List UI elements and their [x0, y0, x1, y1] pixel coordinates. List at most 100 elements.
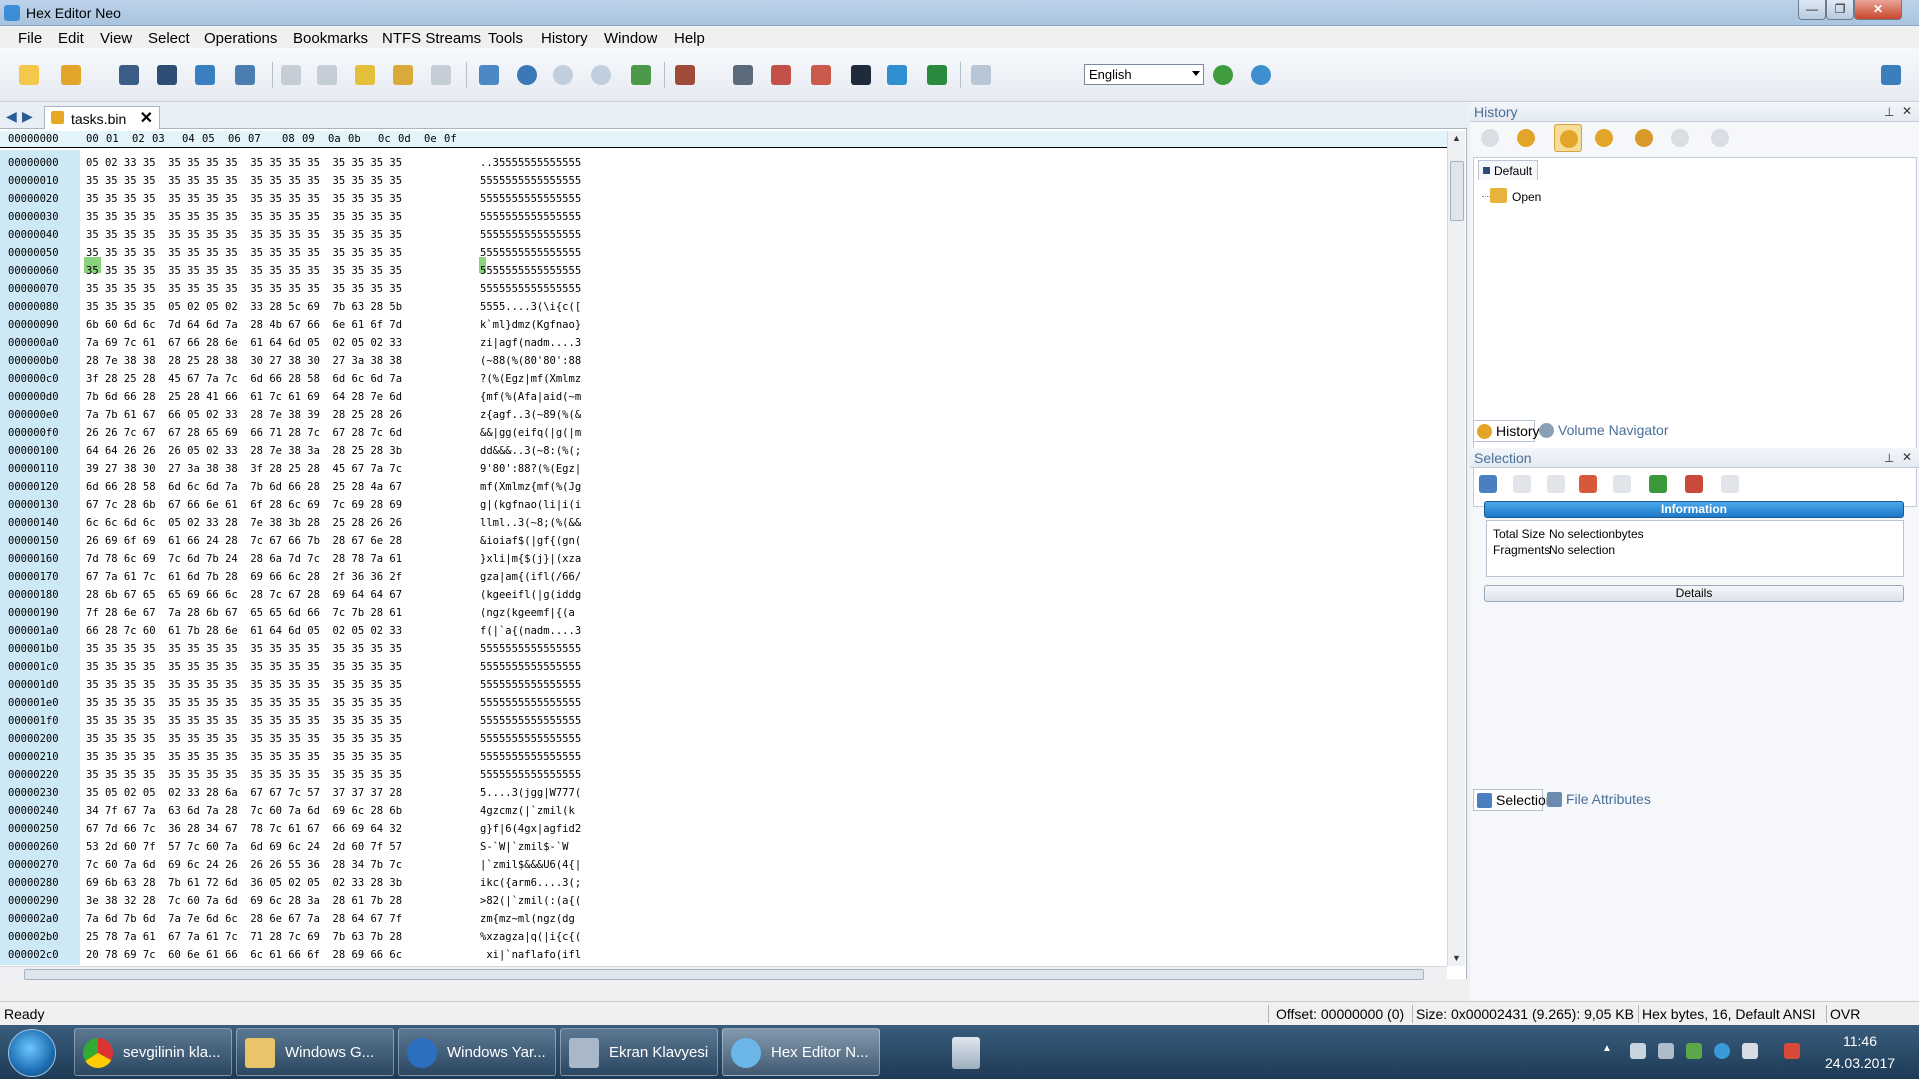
row-hex-bytes[interactable]: 53 2d 60 7f 57 7c 60 7a 6d 69 6c 24 2d 6…: [86, 838, 402, 856]
row-hex-bytes[interactable]: 39 27 38 30 27 3a 38 38 3f 28 25 28 45 6…: [86, 460, 402, 478]
row-hex-bytes[interactable]: 28 7e 38 38 28 25 28 38 30 27 38 30 27 3…: [86, 352, 402, 370]
task-explorer[interactable]: Windows G...: [236, 1028, 394, 1076]
menu-bookmarks[interactable]: Bookmarks: [293, 30, 368, 47]
help-button[interactable]: [966, 60, 996, 90]
row-hex-bytes[interactable]: 67 7c 28 6b 67 66 6e 61 6f 28 6c 69 7c 6…: [86, 496, 402, 514]
action-center-icon[interactable]: [1784, 1043, 1800, 1059]
copy-button[interactable]: [426, 60, 456, 90]
new-file-button[interactable]: [14, 60, 44, 90]
binary-button[interactable]: [846, 60, 876, 90]
scroll-up-icon[interactable]: ▲: [1452, 133, 1461, 143]
customize-button[interactable]: [1876, 60, 1906, 90]
menu-operations[interactable]: Operations: [204, 30, 277, 47]
tray-expand-icon[interactable]: ▲: [1602, 1043, 1618, 1059]
highlight-button[interactable]: [922, 60, 952, 90]
tray-app-icon[interactable]: [1686, 1043, 1702, 1059]
row-ascii[interactable]: 5555....3(\i{c([: [480, 298, 581, 316]
row-hex-bytes[interactable]: 26 69 6f 69 61 66 24 28 7c 67 66 7b 28 6…: [86, 532, 402, 550]
row-hex-bytes[interactable]: 35 35 35 35 35 35 35 35 35 35 35 35 35 3…: [86, 712, 402, 730]
language-web-button[interactable]: [1246, 60, 1276, 90]
scroll-down-icon[interactable]: ▼: [1452, 953, 1461, 963]
row-hex-bytes[interactable]: 69 6b 63 28 7b 61 72 6d 36 05 02 05 02 3…: [86, 874, 402, 892]
close-panel-icon[interactable]: ✕: [1902, 450, 1912, 464]
menu-window[interactable]: Window: [604, 30, 657, 47]
row-hex-bytes[interactable]: 7f 28 6e 67 7a 28 6b 67 65 65 6d 66 7c 7…: [86, 604, 402, 622]
information-header[interactable]: Information: [1484, 501, 1904, 518]
row-ascii[interactable]: z{agf..3(~89(%(&: [480, 406, 581, 424]
row-hex-bytes[interactable]: 34 7f 67 7a 63 6d 7a 28 7c 60 7a 6d 69 6…: [86, 802, 402, 820]
row-ascii[interactable]: &ioiaf$(|gf{(gn(: [480, 532, 581, 550]
minimize-button[interactable]: —: [1798, 0, 1826, 20]
row-hex-bytes[interactable]: 35 35 35 35 35 35 35 35 35 35 35 35 35 3…: [86, 244, 402, 262]
undo-button[interactable]: [276, 60, 306, 90]
history-add-button[interactable]: [1630, 124, 1658, 152]
pin-icon[interactable]: ⊥: [1884, 105, 1894, 119]
row-hex-bytes[interactable]: 35 35 35 35 35 35 35 35 35 35 35 35 35 3…: [86, 694, 402, 712]
row-ascii[interactable]: 5555555555555555: [480, 658, 581, 676]
row-hex-bytes[interactable]: 6d 66 28 58 6d 6c 6d 7a 7b 6d 66 28 25 2…: [86, 478, 402, 496]
pick-button[interactable]: [728, 60, 758, 90]
vertical-scrollbar[interactable]: ▲ ▼: [1447, 131, 1465, 966]
row-ascii[interactable]: %xzagza|q(|i{c{(: [480, 928, 581, 946]
row-ascii[interactable]: |`zmil$&&&U6(4{|: [480, 856, 581, 874]
row-hex-bytes[interactable]: 35 35 35 35 35 35 35 35 35 35 35 35 35 3…: [86, 658, 402, 676]
close-button[interactable]: ✕: [1854, 0, 1902, 20]
task-hex-editor[interactable]: Hex Editor N...: [722, 1028, 880, 1076]
compare-button[interactable]: [806, 60, 836, 90]
row-ascii[interactable]: zm{mz~ml(ngz(dg: [480, 910, 575, 928]
row-hex-bytes[interactable]: 35 35 35 35 35 35 35 35 35 35 35 35 35 3…: [86, 262, 402, 280]
row-hex-bytes[interactable]: 6c 6c 6d 6c 05 02 33 28 7e 38 3b 28 25 2…: [86, 514, 402, 532]
row-ascii[interactable]: 5555555555555555: [480, 262, 581, 280]
row-ascii[interactable]: ?(%(Egz|mf(Xmlmz: [480, 370, 581, 388]
row-ascii[interactable]: 5555555555555555: [480, 244, 581, 262]
row-hex-bytes[interactable]: 35 35 35 35 35 35 35 35 35 35 35 35 35 3…: [86, 640, 402, 658]
paste-button[interactable]: [388, 60, 418, 90]
clear-selection-button[interactable]: [1508, 470, 1536, 498]
row-hex-bytes[interactable]: 35 35 35 35 35 35 35 35 35 35 35 35 35 3…: [86, 208, 402, 226]
save-as-button[interactable]: [152, 60, 182, 90]
save-selection-button[interactable]: [1716, 470, 1744, 498]
history-clear-button[interactable]: [1706, 124, 1734, 152]
row-ascii[interactable]: (kgeeifl(|g(iddg: [480, 586, 581, 604]
menu-view[interactable]: View: [100, 30, 132, 47]
row-hex-bytes[interactable]: 7d 78 6c 69 7c 6d 7b 24 28 6a 7d 7c 28 7…: [86, 550, 402, 568]
row-hex-bytes[interactable]: 05 02 33 35 35 35 35 35 35 35 35 35 35 3…: [86, 154, 402, 172]
task-help[interactable]: Windows Yar...: [398, 1028, 556, 1076]
menu-history[interactable]: History: [541, 30, 588, 47]
row-ascii[interactable]: S-`W|`zmil$-`W: [480, 838, 569, 856]
row-hex-bytes[interactable]: 7a 6d 7b 6d 7a 7e 6d 6c 28 6e 67 7a 28 6…: [86, 910, 402, 928]
row-hex-bytes[interactable]: 64 64 26 26 26 05 02 33 28 7e 38 3a 28 2…: [86, 442, 402, 460]
details-header[interactable]: Details: [1484, 585, 1904, 602]
row-ascii[interactable]: >82(|`zmil(:(a{(: [480, 892, 581, 910]
scroll-thumb[interactable]: [1450, 161, 1464, 221]
row-hex-bytes[interactable]: 35 35 35 35 35 35 35 35 35 35 35 35 35 3…: [86, 190, 402, 208]
language-add-button[interactable]: [1208, 60, 1238, 90]
row-ascii[interactable]: 5555555555555555: [480, 640, 581, 658]
tray-device-icon[interactable]: [1742, 1043, 1758, 1059]
row-ascii[interactable]: 5555555555555555: [480, 712, 581, 730]
row-ascii[interactable]: 5555555555555555: [480, 694, 581, 712]
hscroll-thumb[interactable]: [24, 969, 1424, 980]
history-remove-button[interactable]: [1666, 124, 1694, 152]
validate-button[interactable]: [1644, 470, 1672, 498]
select-all-button[interactable]: [1474, 470, 1502, 498]
start-button[interactable]: [8, 1029, 56, 1077]
clock-time[interactable]: 11:46: [1820, 1033, 1900, 1049]
row-ascii[interactable]: &&|gg(eifq(|g(|m: [480, 424, 581, 442]
row-ascii[interactable]: g}f|6(4gx|agfid2: [480, 820, 581, 838]
recycle-bin-icon[interactable]: [952, 1037, 980, 1069]
row-ascii[interactable]: f(|`a{(nadm....3: [480, 622, 581, 640]
row-hex-bytes[interactable]: 66 28 7c 60 61 7b 28 6e 61 64 6d 05 02 0…: [86, 622, 402, 640]
edit-button[interactable]: [350, 60, 380, 90]
row-hex-bytes[interactable]: 28 6b 67 65 65 69 66 6c 28 7c 67 28 69 6…: [86, 586, 402, 604]
menu-edit[interactable]: Edit: [58, 30, 84, 47]
row-hex-bytes[interactable]: 35 35 35 35 35 35 35 35 35 35 35 35 35 3…: [86, 280, 402, 298]
pin-icon[interactable]: ⊥: [1884, 451, 1894, 465]
row-hex-bytes[interactable]: 26 26 7c 67 67 28 65 69 66 71 28 7c 67 2…: [86, 424, 402, 442]
row-hex-bytes[interactable]: 35 35 35 35 35 35 35 35 35 35 35 35 35 3…: [86, 748, 402, 766]
row-hex-bytes[interactable]: 35 35 35 35 35 35 35 35 35 35 35 35 35 3…: [86, 730, 402, 748]
row-hex-bytes[interactable]: 35 35 35 35 35 35 35 35 35 35 35 35 35 3…: [86, 172, 402, 190]
history-back-button[interactable]: [1476, 124, 1504, 152]
row-hex-bytes[interactable]: 3e 38 32 28 7c 60 7a 6d 69 6c 28 3a 28 6…: [86, 892, 402, 910]
save-all-button[interactable]: [190, 60, 220, 90]
